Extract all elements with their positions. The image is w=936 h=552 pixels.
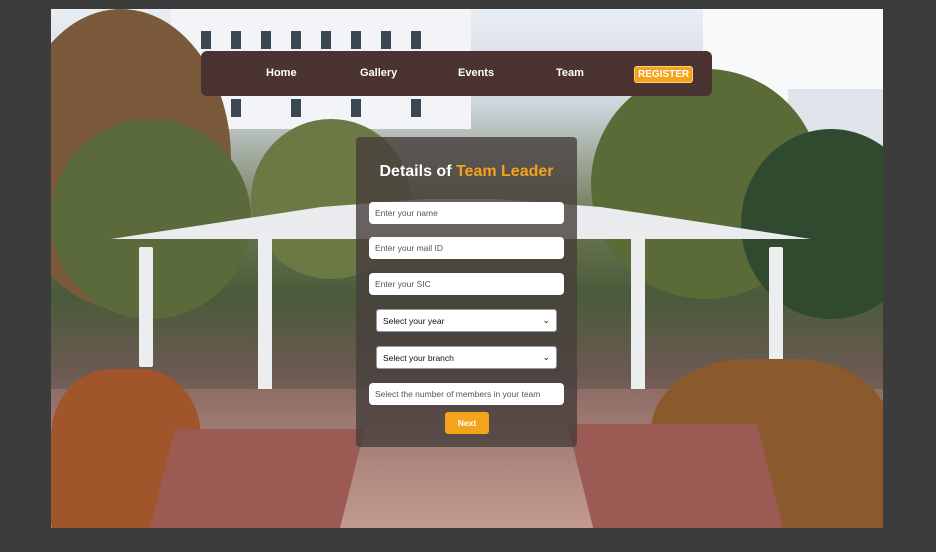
chevron-down-icon: ⌄ — [542, 352, 550, 362]
pillar — [769, 247, 783, 367]
form-title-prefix: Details of — [379, 163, 456, 180]
mail-input[interactable] — [369, 237, 564, 259]
pillar — [139, 247, 153, 367]
bench — [147, 429, 365, 528]
chevron-down-icon: ⌄ — [542, 315, 550, 325]
nav-events[interactable]: Events — [458, 67, 494, 79]
year-select[interactable]: Select your year ⌄ — [376, 309, 557, 332]
register-button[interactable]: REGISTER — [634, 66, 694, 83]
nav-gallery[interactable]: Gallery — [360, 67, 397, 79]
pillar — [258, 231, 272, 391]
branch-select[interactable]: Select your branch ⌄ — [376, 346, 557, 369]
branch-select-label: Select your branch — [383, 352, 454, 363]
next-button[interactable]: Next — [445, 412, 489, 434]
year-select-label: Select your year — [383, 315, 445, 326]
sic-input[interactable] — [369, 273, 564, 295]
navbar: Home Gallery Events Team REGISTER — [201, 51, 712, 96]
name-input[interactable] — [369, 202, 564, 224]
members-input[interactable] — [369, 383, 564, 405]
team-leader-form: Details of Team Leader Select your year … — [356, 137, 577, 447]
nav-home[interactable]: Home — [266, 67, 297, 79]
pillar — [631, 231, 645, 391]
form-title-highlight: Team Leader — [455, 163, 554, 180]
nav-team[interactable]: Team — [556, 67, 584, 79]
form-title: Details of Team Leader — [356, 163, 577, 181]
bench — [567, 424, 785, 528]
